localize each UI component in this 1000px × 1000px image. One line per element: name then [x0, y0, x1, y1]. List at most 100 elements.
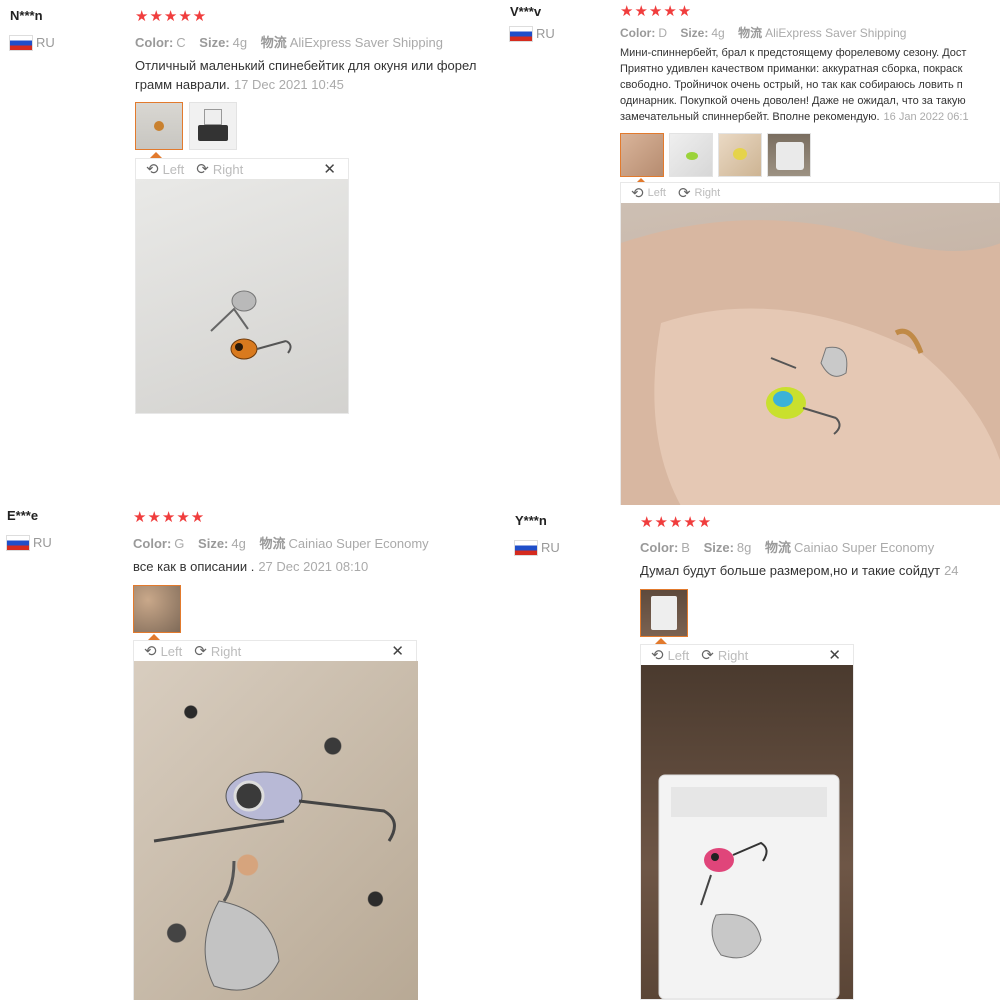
review-text: Мини-спиннербейт, брал к предстоящему фо… — [620, 45, 1000, 125]
review-text-line: замечательный спиннербейт. Вполне рекоме… — [620, 111, 880, 123]
reviewer-country: RU — [510, 26, 555, 41]
viewer-toolbar: ⟲Left ⟳Right ✕ — [621, 183, 999, 203]
review-text-line: свободно. Тройничок очень острый, но так… — [620, 79, 963, 91]
review-text: Отличный маленький спинебейтик для окуня… — [135, 56, 503, 94]
russia-flag-icon — [510, 26, 532, 41]
review-card: E***e RU ★★★★★ Color: G Size: 4g 物流 Cainiao… — [0, 500, 505, 1000]
rotate-right-button[interactable]: Right — [695, 187, 721, 199]
country-code: RU — [536, 26, 555, 41]
rotate-right-button[interactable]: Right — [718, 648, 748, 663]
country-code: RU — [36, 35, 55, 50]
shipping-value: Cainiao Super Economy — [288, 536, 429, 551]
country-code: RU — [33, 535, 52, 550]
russia-flag-icon — [10, 35, 32, 50]
review-text: все как в описании . 27 Dec 2021 08:10 — [133, 557, 368, 576]
size-value: 4g — [232, 35, 248, 50]
color-label: Color: — [135, 35, 174, 50]
country-code: RU — [541, 540, 560, 555]
shipping-label: 物流 — [259, 536, 286, 551]
review-text-line: Отличный маленький спинебейтик для окуня… — [135, 58, 477, 73]
reviewer-country: RU — [7, 535, 52, 550]
rotate-left-button[interactable]: Left — [161, 644, 183, 659]
rating-stars: ★★★★★ — [640, 514, 713, 531]
review-text-line: грамм наврали. — [135, 77, 230, 92]
photo-thumbnail[interactable] — [189, 102, 237, 150]
shipping-value: AliExpress Saver Shipping — [289, 35, 443, 50]
rotate-right-button[interactable]: Right — [213, 162, 243, 177]
shipping-label: 物流 — [765, 540, 792, 555]
review-text-line: одинарник. Покупкой очень доволен! Даже … — [620, 95, 966, 107]
image-viewer: ⟲ Left ⟳ Right ✕ — [640, 644, 854, 1000]
rotate-left-icon[interactable]: ⟲ — [144, 642, 157, 660]
photo-thumbnail[interactable] — [135, 102, 183, 150]
review-date: 27 Dec 2021 08:10 — [258, 559, 369, 574]
size-label: Size: — [703, 540, 734, 555]
review-text: Думал будут больше размером,но и такие с… — [640, 561, 959, 580]
reviewer-name: E***e — [7, 508, 39, 523]
lure-illustration — [621, 220, 1000, 505]
sku-info: Color: D Size: 4g 物流 AliExpress Saver Shipp… — [620, 24, 916, 41]
review-date: 16 Jan 2022 06:1 — [883, 111, 969, 123]
rotate-right-icon[interactable]: ⟳ — [194, 642, 207, 660]
image-viewer: ⟲ Left ⟳ Right ✕ — [135, 158, 349, 414]
photo-thumbnails — [620, 133, 811, 177]
close-icon[interactable]: ✕ — [391, 642, 404, 660]
sku-info: Color: B Size: 8g 物流 Cainiao Super Economy — [640, 537, 944, 556]
image-viewer: ⟲Left ⟳Right ✕ — [620, 182, 1000, 505]
shipping-label: 物流 — [738, 26, 763, 40]
review-card: Y***n RU ★★★★★ Color: B Size: 8g 物流 Cainiao… — [505, 505, 1000, 1000]
close-icon[interactable]: ✕ — [323, 160, 336, 178]
color-label: Color: — [133, 536, 172, 551]
photo-thumbnails — [135, 102, 237, 150]
rotate-right-icon[interactable]: ⟳ — [196, 160, 209, 178]
color-value: D — [658, 26, 667, 40]
rotate-left-button[interactable]: Left — [648, 187, 666, 199]
rotate-left-icon[interactable]: ⟲ — [146, 160, 159, 178]
rotate-left-icon[interactable]: ⟲ — [631, 184, 644, 202]
sku-info: Color: C Size: 4g 物流 AliExpress Saver Shipp… — [135, 32, 453, 51]
photo-thumbnail[interactable] — [669, 133, 713, 177]
lure-illustration — [658, 774, 840, 999]
photo-thumbnails — [640, 589, 688, 637]
shipping-value: Cainiao Super Economy — [794, 540, 935, 555]
reviewer-name: V***v — [510, 4, 542, 19]
rotate-left-button[interactable]: Left — [163, 162, 185, 177]
review-text-line: все как в описании . — [133, 559, 255, 574]
rotate-right-button[interactable]: Right — [211, 644, 241, 659]
rotate-left-icon[interactable]: ⟲ — [651, 646, 664, 664]
color-value: C — [176, 35, 186, 50]
shipping-label: 物流 — [260, 35, 287, 50]
lure-illustration — [153, 771, 396, 991]
size-label: Size: — [199, 35, 230, 50]
review-photo — [641, 665, 853, 999]
rotate-right-icon[interactable]: ⟳ — [678, 184, 691, 202]
review-photo — [621, 203, 1000, 505]
close-icon[interactable]: ✕ — [828, 646, 841, 664]
size-value: 8g — [736, 540, 752, 555]
russia-flag-icon — [515, 540, 537, 555]
viewer-toolbar: ⟲ Left ⟳ Right ✕ — [641, 645, 853, 665]
review-card: N***n RU ★★★★★ Color: C Size: 4g 物流 AliExpr… — [0, 0, 505, 500]
photo-thumbnail[interactable] — [620, 133, 664, 177]
review-text-line: Думал будут больше размером,но и такие с… — [640, 563, 941, 578]
lure-illustration — [210, 290, 292, 360]
size-label: Size: — [198, 536, 229, 551]
photo-thumbnail[interactable] — [640, 589, 688, 637]
sku-info: Color: G Size: 4g 物流 Cainiao Super Economy — [133, 533, 439, 552]
photo-thumbnail[interactable] — [718, 133, 762, 177]
rating-stars: ★★★★★ — [133, 509, 206, 526]
russia-flag-icon — [7, 535, 29, 550]
reviewer-name: N***n — [10, 8, 43, 23]
reviewer-country: RU — [515, 540, 560, 555]
viewer-toolbar: ⟲ Left ⟳ Right ✕ — [134, 641, 416, 661]
photo-thumbnail[interactable] — [133, 585, 181, 633]
color-value: B — [681, 540, 690, 555]
review-photo — [134, 661, 418, 1000]
rotate-left-button[interactable]: Left — [668, 648, 690, 663]
review-text-line: Приятно удивлен качеством приманки: акку… — [620, 63, 963, 75]
rotate-right-icon[interactable]: ⟳ — [701, 646, 714, 664]
rating-stars: ★★★★★ — [135, 8, 208, 25]
photo-thumbnail[interactable] — [767, 133, 811, 177]
color-value: G — [174, 536, 185, 551]
size-value: 4g — [711, 26, 725, 40]
